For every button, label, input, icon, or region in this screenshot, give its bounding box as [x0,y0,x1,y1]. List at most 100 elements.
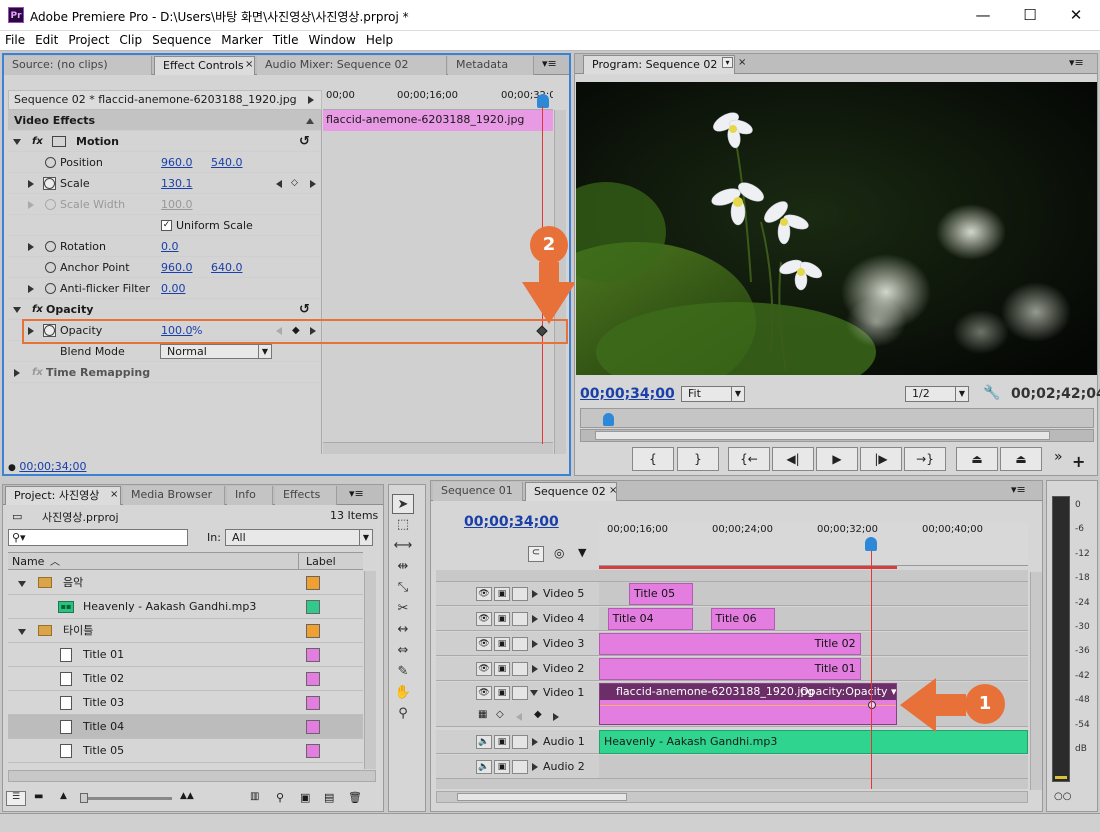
col-name[interactable]: Name [12,555,44,568]
find-icon[interactable]: ⚲ [276,791,284,804]
panel-menu-icon[interactable]: ▾≡ [349,487,364,500]
lock-icon[interactable] [512,612,528,626]
collapse-track-icon[interactable] [530,690,538,696]
new-item-icon[interactable]: ▤ [324,791,334,804]
timeline-clip[interactable]: Title 02 [599,633,861,655]
tab-close-icon[interactable]: × [110,489,118,500]
add-keyframe-icon[interactable]: ◇ [291,173,298,194]
label-swatch[interactable] [306,624,320,638]
next-keyframe-icon[interactable] [310,180,316,188]
sequence-marker-icon[interactable]: ◎ [554,546,564,560]
lock-icon[interactable] [512,735,528,749]
film-icon[interactable]: ▣ [494,662,510,676]
lock-icon[interactable] [512,587,528,601]
ec-horizontal-scrollbar[interactable] [323,442,553,454]
add-button-icon[interactable]: + [1072,452,1085,471]
uniform-scale-checkbox[interactable]: ✓ [161,220,172,231]
sync-icon[interactable]: ▣ [494,760,510,774]
film-icon[interactable]: ▣ [494,637,510,651]
stopwatch-icon[interactable] [45,157,56,168]
fit-dropdown[interactable]: Fit ▼ [681,386,745,402]
project-vertical-scrollbar[interactable] [364,571,376,769]
rate-stretch-tool-icon[interactable]: ⤡ [392,578,414,598]
timeline-clip[interactable]: Title 01 [599,658,861,680]
project-row[interactable]: Title 05 [8,739,363,763]
expand-track-icon[interactable] [532,615,538,623]
eye-icon[interactable]: 👁 [476,612,492,626]
lock-icon[interactable] [512,760,528,774]
expand-track-icon[interactable] [532,640,538,648]
tab-effects[interactable]: Effects [275,486,337,505]
timeline-vertical-scrollbar[interactable] [1030,572,1042,790]
label-swatch[interactable] [306,696,320,710]
list-view-icon[interactable]: ☰ [6,791,26,806]
menu-sequence[interactable]: Sequence [147,31,216,50]
project-search-input[interactable]: ⚲▾ [8,529,188,546]
rolling-edit-tool-icon[interactable]: ⇹ [392,557,414,577]
expand-track-icon[interactable] [532,763,538,771]
zoom-slider[interactable] [80,793,172,803]
ripple-edit-tool-icon[interactable]: ⟷ [392,536,414,556]
minimize-icon[interactable]: — [960,0,1006,31]
panel-menu-icon[interactable]: ▾≡ [1011,483,1026,496]
tab-media-browser[interactable]: Media Browser [123,486,225,505]
opacity-rubber-band[interactable] [600,705,896,706]
menu-help[interactable]: Help [361,31,398,50]
slide-tool-icon[interactable]: ⇔ [392,641,414,661]
blend-mode-dropdown[interactable]: Normal ▼ [160,344,272,359]
timeline-playhead-handle[interactable] [865,537,877,551]
timeline-clip[interactable]: Title 04 [607,608,694,630]
lock-icon[interactable] [512,662,528,676]
project-row[interactable]: 음악 [8,571,363,595]
timeline-horizontal-scrollbar[interactable] [436,791,1028,803]
next-keyframe-icon[interactable] [553,713,559,721]
add-keyframe-icon[interactable]: ◆ [534,709,542,720]
opacity-menu[interactable]: Opacity:Opacity ▾ [800,684,896,699]
prev-keyframe-icon[interactable] [276,180,282,188]
scale-value[interactable]: 130.1 [161,173,193,194]
menu-title[interactable]: Title [268,31,304,50]
icon-view-icon[interactable]: ▬ [34,791,43,802]
expand-timeline-icon[interactable] [308,96,314,104]
menu-edit[interactable]: Edit [30,31,63,50]
stopwatch-icon[interactable] [45,262,56,273]
timeline-timecode-value[interactable]: 00;00;34;00 [464,514,559,530]
collapse-motion-icon[interactable] [13,139,21,145]
lock-icon[interactable] [512,686,528,700]
extract-button[interactable]: ⏏ [1000,447,1042,471]
slip-tool-icon[interactable]: ↔ [392,620,414,640]
ec-timecode-value[interactable]: 00;00;34;00 [19,460,86,473]
program-timecode-value[interactable]: 00;00;34;00 [580,386,675,402]
go-to-out-button[interactable]: →} [904,447,946,471]
expand-time-remapping-icon[interactable] [14,369,20,377]
new-bin-icon[interactable]: ▣ [300,791,310,804]
more-icon[interactable]: » [1054,449,1063,465]
tab-sequence-01[interactable]: Sequence 01 [433,482,523,501]
program-ruler[interactable] [580,408,1094,428]
tab-effect-controls[interactable]: Effect Controls [154,56,255,75]
track-select-tool-icon[interactable]: ⬚ [392,515,414,535]
opacity-keyframe-marker[interactable] [868,701,876,709]
speaker-icon[interactable]: 🔈 [476,735,492,749]
menu-marker[interactable]: Marker [216,31,267,50]
mark-out-button[interactable]: } [677,447,719,471]
automate-icon[interactable]: ▥ [250,791,259,802]
project-row[interactable]: 타이틀 [8,619,363,643]
tab-info[interactable]: Info [227,486,273,505]
reset-icon[interactable]: ↺ [299,299,310,320]
tab-close-icon[interactable]: × [738,57,746,68]
fx-icon[interactable]: fx [32,131,43,152]
panel-menu-icon[interactable]: ▾≡ [542,57,557,70]
position-x-value[interactable]: 960.0 [161,152,193,173]
expand-track-icon[interactable] [532,665,538,673]
work-area-bar[interactable] [599,566,897,569]
opacity-group-row[interactable]: fx Opacity ↺ [8,299,322,320]
collapse-folder-icon[interactable] [18,629,26,635]
ec-timecode[interactable]: ● 00;00;34;00 [8,460,86,473]
wrench-icon[interactable]: 🔧 [983,385,1000,401]
eye-icon[interactable]: 👁 [476,686,492,700]
col-label[interactable]: Label [306,555,336,568]
project-row[interactable]: Title 04 [8,715,363,739]
tab-close-icon[interactable]: × [245,59,253,70]
expand-scale-icon[interactable] [28,180,34,188]
